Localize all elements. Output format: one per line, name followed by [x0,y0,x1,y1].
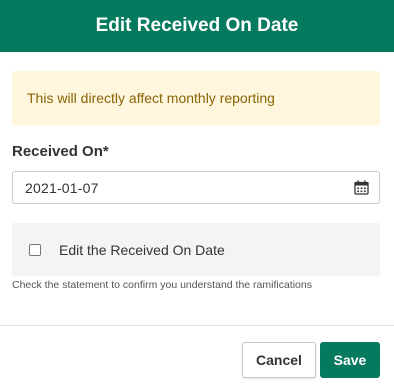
calendar-icon[interactable] [354,180,369,195]
received-on-date-input[interactable]: 2021-01-07 [12,171,380,204]
warning-banner: This will directly affect monthly report… [12,71,380,125]
modal-header: Edit Received On Date [0,0,394,52]
warning-text: This will directly affect monthly report… [27,90,275,106]
confirm-edit-label[interactable]: Edit the Received On Date [59,242,225,258]
confirm-edit-checkbox[interactable] [29,243,41,256]
edit-received-on-modal: Edit Received On Date This will directly… [0,0,394,389]
cancel-button[interactable]: Cancel [242,342,316,378]
received-on-value: 2021-01-07 [25,179,99,196]
save-button[interactable]: Save [320,342,380,378]
received-on-label: Received On* [12,143,109,160]
confirm-edit-box: Edit the Received On Date [12,223,380,276]
confirm-help-text: Check the statement to confirm you under… [12,279,312,291]
modal-title: Edit Received On Date [95,15,299,36]
footer-divider [0,325,394,326]
